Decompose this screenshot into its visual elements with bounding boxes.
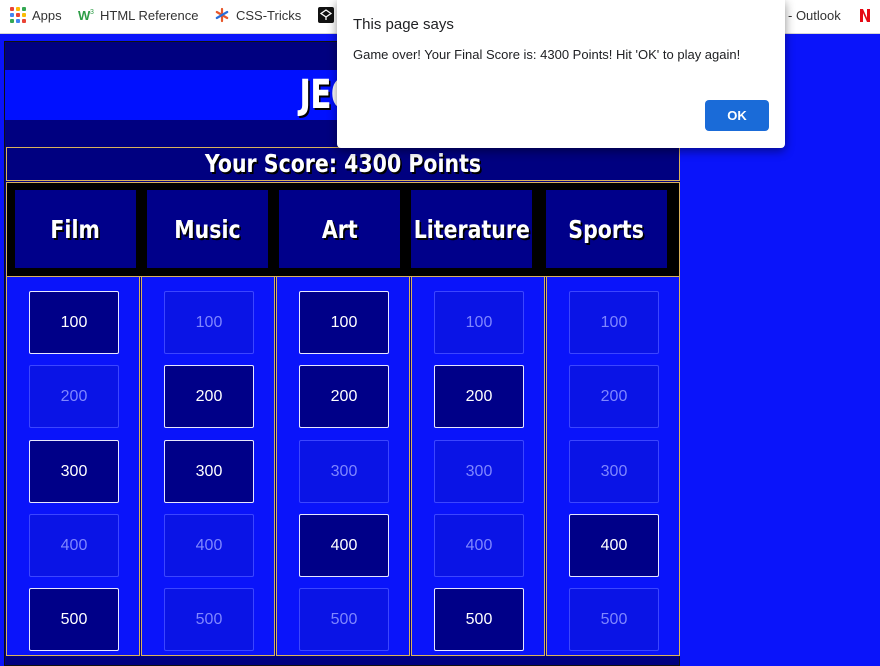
dialog-title: This page says	[353, 16, 454, 33]
css-tricks-icon	[214, 7, 230, 23]
question-tile[interactable]: 500	[164, 588, 254, 651]
question-tile[interactable]: 100	[164, 291, 254, 354]
w3schools-icon: W3	[78, 7, 94, 23]
alert-dialog: This page says Game over! Your Final Sco…	[337, 0, 785, 148]
column-sports: 100 200 300 400 500	[546, 276, 680, 656]
question-tile[interactable]: 300	[29, 440, 119, 503]
question-tile[interactable]: 100	[29, 291, 119, 354]
question-tile[interactable]: 200	[164, 365, 254, 428]
question-tile[interactable]: 400	[299, 514, 389, 577]
netflix-icon	[857, 7, 873, 23]
apps-grid-icon	[10, 7, 26, 23]
question-tile[interactable]: 300	[434, 440, 524, 503]
bookmark-apps[interactable]: Apps	[10, 0, 62, 30]
bookmark-label: Apps	[32, 7, 62, 23]
bookmark-codepen[interactable]	[318, 0, 334, 30]
bookmark-label: - Outlook	[788, 7, 841, 23]
question-tile[interactable]: 300	[299, 440, 389, 503]
svg-text:3: 3	[90, 9, 94, 16]
column-literature: 100 200 300 400 500	[411, 276, 545, 656]
bookmark-label: HTML Reference	[100, 7, 199, 23]
question-tile[interactable]: 500	[299, 588, 389, 651]
question-tile[interactable]: 400	[434, 514, 524, 577]
ok-button[interactable]: OK	[705, 100, 769, 131]
bookmark-label: CSS-Tricks	[236, 7, 302, 23]
question-tile[interactable]: 100	[299, 291, 389, 354]
category-row: Film Music Art Literature Sports	[6, 182, 680, 277]
question-tile[interactable]: 400	[569, 514, 659, 577]
category-art: Art	[277, 188, 402, 270]
category-label: Art	[321, 214, 358, 244]
category-literature: Literature	[409, 188, 534, 270]
bookmark-outlook[interactable]: - Outlook	[788, 0, 841, 30]
question-tile[interactable]: 500	[29, 588, 119, 651]
category-sports: Sports	[544, 188, 669, 270]
question-tile[interactable]: 200	[434, 365, 524, 428]
question-tile[interactable]: 200	[299, 365, 389, 428]
score-bar: Your Score: 4300 Points	[6, 147, 680, 181]
bookmark-css-tricks[interactable]: CSS-Tricks	[214, 0, 301, 30]
score-text: Your Score: 4300 Points	[204, 149, 482, 178]
question-tile[interactable]: 400	[164, 514, 254, 577]
question-tile[interactable]: 200	[569, 365, 659, 428]
question-tile[interactable]: 500	[434, 588, 524, 651]
question-tile[interactable]: 300	[569, 440, 659, 503]
category-music: Music	[145, 188, 270, 270]
category-label: Sports	[568, 214, 645, 244]
question-tile[interactable]: 400	[29, 514, 119, 577]
column-film: 100 200 300 400 500	[6, 276, 140, 656]
question-tile[interactable]: 500	[569, 588, 659, 651]
bookmark-html-reference[interactable]: W3 HTML Reference	[78, 0, 199, 30]
category-label: Film	[50, 214, 101, 244]
bookmark-netflix[interactable]	[857, 0, 873, 30]
question-tile[interactable]: 100	[569, 291, 659, 354]
question-tile[interactable]: 300	[164, 440, 254, 503]
category-label: Music	[174, 214, 241, 244]
codepen-icon	[318, 7, 334, 23]
column-art: 100 200 300 400 500	[276, 276, 410, 656]
column-music: 100 200 300 400 500	[141, 276, 275, 656]
question-tile[interactable]: 200	[29, 365, 119, 428]
dialog-message: Game over! Your Final Score is: 4300 Poi…	[353, 47, 741, 62]
category-film: Film	[13, 188, 138, 270]
question-tile[interactable]: 100	[434, 291, 524, 354]
category-label: Literature	[413, 214, 530, 244]
